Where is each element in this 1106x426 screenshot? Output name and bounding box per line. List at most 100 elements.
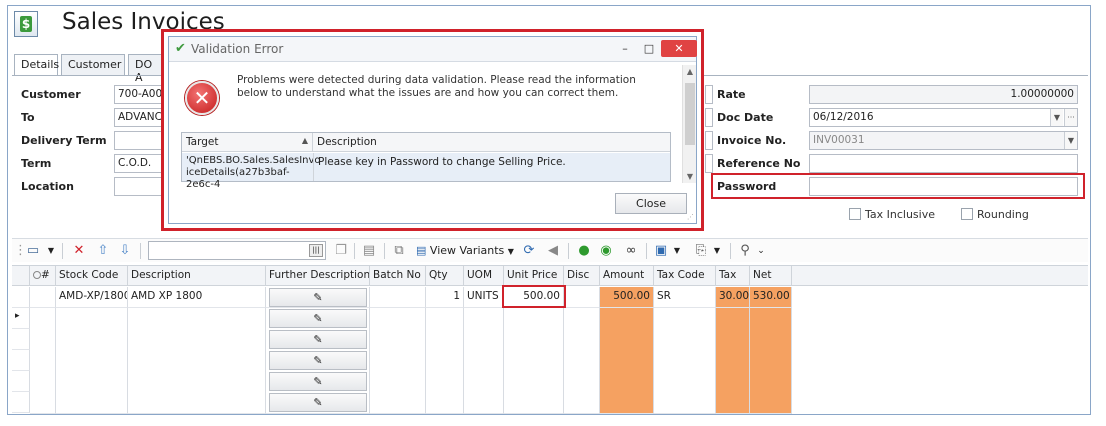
target-column-header[interactable]: Target ▲ [182, 133, 313, 152]
history-icon[interactable]: ◀ [544, 243, 562, 259]
copy-icon[interactable]: ❐ [332, 243, 350, 259]
validation-result-row[interactable]: 'QnEBS.BO.Sales.SalesInvo iceDetails(a27… [182, 153, 670, 190]
col-header-description[interactable]: Description [128, 266, 266, 286]
tax-inclusive-checkbox[interactable] [849, 208, 861, 220]
chevron-down-icon[interactable]: ▼ [712, 243, 722, 259]
maximize-button[interactable]: □ [641, 40, 657, 57]
insert-icon[interactable]: ⧉ [390, 243, 408, 259]
further-description-edit-button[interactable]: ✎ [269, 393, 367, 412]
cell-tax-code[interactable]: SR [654, 287, 716, 308]
password-field[interactable] [809, 177, 1078, 196]
col-header-stock-code[interactable]: Stock Code [56, 266, 128, 286]
col-header-number[interactable]: # [30, 266, 56, 286]
password-label: Password [717, 180, 777, 193]
further-description-edit-button[interactable]: ✎ [269, 330, 367, 349]
rounding-checkbox[interactable] [961, 208, 973, 220]
dialog-scrollbar[interactable]: ▲ ▼ [682, 65, 696, 183]
tab-customer[interactable]: Customer [61, 54, 125, 75]
refresh-icon[interactable]: ⟳ [520, 243, 538, 259]
attach-icon[interactable]: ⚲ [736, 243, 754, 259]
view-variants-button[interactable]: ▤ View Variants ▼ [416, 243, 516, 259]
rounding-label: Rounding [977, 208, 1029, 221]
tab-details[interactable]: Details [14, 54, 59, 76]
col-header-amount[interactable]: Amount [600, 266, 654, 286]
result-target-line2: iceDetails(a27b3baf-2e6c-4 [186, 167, 290, 190]
col-header-further-description[interactable]: Further Description [266, 266, 370, 286]
export-icon[interactable]: ⎘ [692, 243, 710, 259]
dialog-message: Problems were detected during data valid… [237, 74, 636, 99]
delete-icon[interactable]: ✕ [70, 243, 88, 259]
scroll-up-icon[interactable]: ▲ [683, 67, 697, 76]
circle-down-icon[interactable]: ◉ [598, 243, 614, 259]
move-down-icon[interactable]: ⇩ [116, 243, 134, 259]
further-description-edit-button[interactable]: ✎ [269, 309, 367, 328]
chevron-down-icon[interactable]: ⌄ [756, 243, 766, 259]
new-doc-icon[interactable]: ▭ [24, 243, 42, 259]
location-field[interactable] [114, 177, 164, 196]
result-target: 'QnEBS.BO.Sales.SalesInvo iceDetails(a27… [182, 153, 321, 193]
col-header-qty[interactable]: Qty [426, 266, 464, 286]
cell-qty[interactable]: 1 [426, 287, 464, 308]
cell-disc[interactable] [564, 287, 600, 308]
further-description-edit-button[interactable]: ✎ [269, 288, 367, 307]
col-header-tax-code[interactable]: Tax Code [654, 266, 716, 286]
scan-icon[interactable]: ||| [309, 244, 323, 257]
scrollbar-thumb[interactable] [685, 83, 695, 145]
move-up-icon[interactable]: ⇧ [94, 243, 112, 259]
doc-date-field[interactable]: 06/12/2016 ▼ ··· [809, 108, 1078, 127]
cell-batch-no[interactable] [370, 287, 426, 308]
col-header-uom[interactable]: UOM [464, 266, 504, 286]
to-field[interactable]: ADVANCE [114, 108, 164, 127]
scroll-down-icon[interactable]: ▼ [683, 172, 697, 181]
term-field[interactable]: C.O.D. [114, 154, 164, 173]
ellipsis-icon[interactable]: ··· [1064, 109, 1077, 126]
delivery-term-field[interactable] [114, 131, 164, 150]
col-header-disc[interactable]: Disc [564, 266, 600, 286]
row-indicator [12, 329, 30, 350]
close-button[interactable]: Close [615, 193, 687, 214]
location-label: Location [21, 180, 74, 193]
description-column-header[interactable]: Description [313, 133, 670, 152]
minimize-button[interactable]: – [617, 40, 633, 57]
col-header-unit-price[interactable]: Unit Price [504, 266, 564, 286]
reference-no-field[interactable] [809, 154, 1078, 173]
cell-uom[interactable]: UNITS [464, 287, 504, 308]
further-description-edit-button[interactable]: ✎ [269, 351, 367, 370]
col-header-batch-no[interactable]: Batch No [370, 266, 426, 286]
grid-toolbar: ⋮ ▭ ▼ ✕ ⇧ ⇩ ◆ ||| ❐ ▤ ⧉ ▤ View Variants … [12, 238, 1088, 262]
rate-label: Rate [717, 88, 746, 101]
row-indicator [12, 287, 30, 308]
binoculars-icon[interactable]: ∞ [622, 243, 640, 259]
chevron-down-icon[interactable]: ▼ [1050, 109, 1063, 126]
close-icon[interactable]: ✕ [661, 40, 697, 57]
col-header-net[interactable]: Net [750, 266, 792, 286]
chevron-down-icon[interactable]: ▼ [1064, 132, 1077, 149]
chevron-down-icon[interactable]: ▼ [46, 243, 56, 259]
circle-green-icon[interactable]: ● [576, 243, 592, 259]
row-marker-icon: ▸ [12, 308, 30, 329]
col-disc-body [564, 308, 600, 414]
col-stock-code-body [56, 308, 128, 414]
edit-icon: ✎ [313, 312, 323, 325]
save-icon[interactable]: ▣ [652, 243, 670, 259]
resize-grip-icon[interactable]: ⋰ [687, 213, 694, 221]
select-all-radio[interactable] [33, 271, 41, 279]
paste-icon[interactable]: ▤ [360, 243, 378, 259]
row-indicator-header [12, 266, 30, 286]
col-header-tax[interactable]: Tax [716, 266, 750, 286]
col-number-body [30, 308, 56, 414]
cell-description[interactable]: AMD XP 1800 [128, 287, 266, 308]
result-target-line1: 'QnEBS.BO.Sales.SalesInvo [186, 155, 321, 166]
further-description-edit-button[interactable]: ✎ [269, 372, 367, 391]
cell-stock-code[interactable]: AMD-XP/1800 [56, 287, 128, 308]
chevron-down-icon[interactable]: ▼ [672, 243, 682, 259]
col-qty-body [426, 308, 464, 414]
toolbar-separator [62, 243, 63, 259]
rate-field[interactable]: 1.00000000 [809, 85, 1078, 104]
customer-field[interactable]: 700-A001 [114, 85, 164, 104]
delivery-term-label: Delivery Term [21, 134, 107, 147]
invoice-no-field[interactable]: INV00031 ▼ [809, 131, 1078, 150]
invoice-left-edge [705, 131, 713, 150]
search-input[interactable]: ||| [148, 241, 326, 260]
doc-date-value: 06/12/2016 [813, 111, 874, 123]
